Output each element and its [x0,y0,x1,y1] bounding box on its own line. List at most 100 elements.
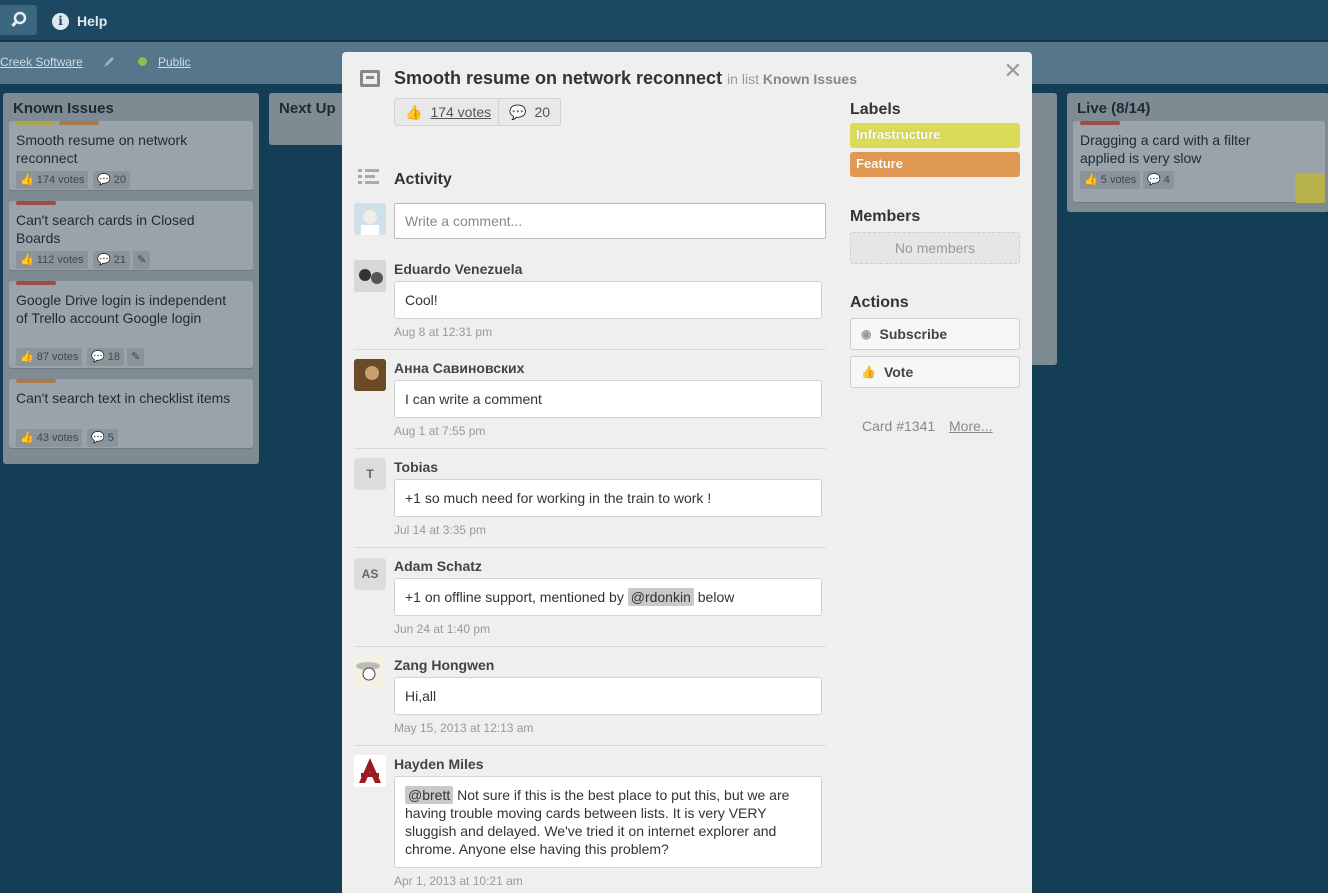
thumbs-up-icon: 👍 [861,365,876,379]
mention-link[interactable]: @brett [405,786,454,804]
comment-text: Cool! [394,281,822,319]
info-icon: i [52,12,69,30]
comment-timestamp[interactable]: Aug 1 at 7:55 pm [394,424,485,438]
list-name-link[interactable]: Known Issues [763,71,857,87]
help-label: Help [77,13,108,29]
votes-badge: 👍 5 votes [1080,171,1141,189]
label-feature[interactable]: Feature [850,152,1020,177]
comment-author[interactable]: Tobias [394,459,438,475]
comment-timestamp[interactable]: Aug 8 at 12:31 pm [394,325,492,339]
votes-button[interactable]: 👍 174 votes [394,98,503,126]
comment-timestamp[interactable]: Jun 24 at 1:40 pm [394,622,490,636]
divider [354,547,826,548]
thumbs-up-icon: 👍 [405,103,423,120]
subscribe-label: Subscribe [879,326,948,342]
divider [354,448,826,449]
list-card[interactable]: Can't search cards in Closed Boards 👍 11… [9,201,253,271]
list-card[interactable]: Can't search text in checklist items 👍 4… [9,379,253,449]
comments-badge: 💬 21 [93,251,131,269]
card-icon [360,70,380,87]
avatar[interactable]: AS [354,558,386,590]
divider [354,349,826,350]
comment-text: Hi,all [394,677,822,715]
eye-icon: ◉ [861,327,872,341]
vote-label: Vote [883,364,914,380]
comment-icon: 💬 [509,103,527,120]
comments-count-button[interactable]: 💬 20 [498,98,562,126]
activity-heading: Activity [394,171,452,188]
card-title: Can't search text in checklist items [16,390,231,406]
votes-badge: 👍 43 votes [16,429,83,447]
mention-link[interactable]: @rdonkin [627,588,694,606]
comment-text: +1 so much need for working in the train… [394,479,822,517]
labels-heading: Labels [850,101,901,118]
member-avatar[interactable] [1295,173,1325,203]
label-bar [16,281,56,285]
label-bar [59,121,99,125]
comment-text: +1 on offline support, mentioned by @rdo… [394,578,822,616]
votes-badge: 👍 87 votes [16,348,83,366]
label-bar [16,121,56,125]
divider [354,745,826,746]
comment-author[interactable]: Анна Савиновских [394,360,524,376]
more-link[interactable]: More... [949,418,993,434]
public-status-dot [138,57,147,66]
comment-timestamp[interactable]: Jul 14 at 3:35 pm [394,523,486,537]
card-number: Card #1341 [862,418,936,434]
avatar[interactable] [354,359,386,391]
subscribe-button[interactable]: ◉ Subscribe [850,318,1020,350]
card-title: Dragging a card with a filter applied is… [1080,132,1251,166]
comments-badge: 💬 20 [93,171,131,189]
votes-badge: 👍 174 votes [16,171,89,189]
avatar[interactable] [354,260,386,292]
help-button[interactable]: i Help [52,8,107,34]
comment-author[interactable]: Hayden Miles [394,756,483,772]
activity-icon [358,169,379,184]
comments-badge: 💬 4 [1143,171,1174,189]
comment-author[interactable]: Zang Hongwen [394,657,494,673]
comment-author[interactable]: Eduardo Venezuela [394,261,522,277]
avatar[interactable]: T [354,458,386,490]
list-partial [1028,93,1057,365]
avatar[interactable] [354,656,386,688]
visibility-link[interactable]: Public [158,55,191,69]
votes-count: 174 votes [430,104,492,120]
label-bar [16,379,56,383]
label-infrastructure[interactable]: Infrastructure [850,123,1020,148]
list-known-issues: Known Issues Smooth resume on network re… [3,93,259,464]
comment-timestamp[interactable]: Apr 1, 2013 at 10:21 am [394,874,523,888]
comment-text: I can write a comment [394,380,822,418]
list-next-up: Next Up [269,93,349,145]
comments-badge: 💬 5 [87,429,118,447]
comments-badge: 💬 18 [87,348,125,366]
card-title: Can't search cards in Closed Boards [16,212,195,246]
vote-button[interactable]: 👍 Vote [850,356,1020,388]
search-button[interactable] [0,5,37,35]
list-card[interactable]: Dragging a card with a filter applied is… [1073,121,1325,203]
list-card[interactable]: Google Drive login is independent of Tre… [9,281,253,369]
card-title: Smooth resume on network reconnect [16,132,188,166]
list-title: Known Issues [13,100,114,117]
list-card[interactable]: Smooth resume on network reconnect 👍 174… [9,121,253,191]
search-icon [11,11,27,27]
list-live: Live (8/14) Dragging a card with a filte… [1067,93,1328,212]
label-bar [1080,121,1120,125]
comment-input[interactable]: Write a comment... [394,203,826,239]
pencil-icon[interactable] [103,56,115,68]
comment-timestamp[interactable]: May 15, 2013 at 12:13 am [394,721,533,735]
close-icon[interactable]: ✕ [1004,58,1022,84]
comment-text: @brett Not sure if this is the best plac… [394,776,822,868]
edit-icon[interactable]: ✎ [127,348,145,366]
votes-badge: 👍 112 votes [16,251,88,269]
organization-link[interactable]: Creek Software [0,55,83,69]
divider [354,646,826,647]
top-bar: i Help [0,0,1328,41]
list-title: Live (8/14) [1077,100,1151,117]
label-bar [16,201,56,205]
edit-icon[interactable]: ✎ [133,251,151,269]
actions-heading: Actions [850,294,909,311]
list-title: Next Up [279,100,336,117]
avatar[interactable] [354,755,386,787]
comment-author[interactable]: Adam Schatz [394,558,482,574]
comments-count: 20 [534,104,551,120]
